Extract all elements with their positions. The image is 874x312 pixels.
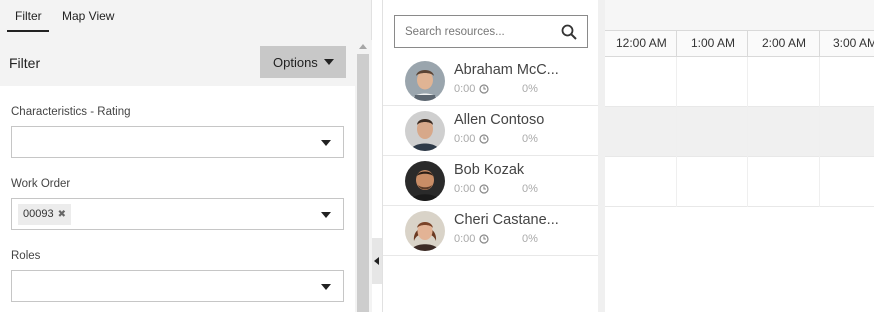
active-tab-indicator [7,30,49,32]
filter-fields: Characteristics - Rating Work Order 0009… [0,86,355,312]
scroll-up-icon[interactable] [359,44,367,49]
resource-hours: 0:00 [454,133,476,145]
avatar [405,211,445,251]
filter-panel: Filter Map View Filter Options Character… [0,0,372,312]
roles-select[interactable] [11,270,344,302]
remove-tag-icon[interactable]: ✖ [58,204,66,225]
caret-down-icon [324,59,334,65]
resource-utilization: 0% [522,183,538,195]
hour-divider [747,31,748,57]
timeline-hour-header: 12:00 AM 1:00 AM 2:00 AM 3:00 AM [605,31,874,57]
hour-label: 3:00 AM [833,36,874,50]
work-order-label: Work Order [11,178,71,190]
work-order-tag: 00093 ✖ [18,204,71,225]
roles-label: Roles [11,250,41,262]
options-label: Options [273,54,318,70]
hour-divider [676,31,677,57]
options-button[interactable]: Options [260,46,346,78]
list-timeline-separator [598,0,605,312]
resource-name: Abraham McC... [454,62,559,78]
clock-icon [479,234,489,244]
resource-utilization: 0% [522,233,538,245]
clock-icon [479,134,489,144]
avatar [405,161,445,201]
schedule-timeline: 12:00 AM 1:00 AM 2:00 AM 3:00 AM [605,0,874,312]
caret-down-icon [321,212,331,218]
caret-down-icon [321,284,331,290]
work-order-select[interactable]: 00093 ✖ [11,198,344,230]
resource-hours: 0:00 [454,183,476,195]
resource-name: Bob Kozak [454,162,525,178]
resource-row[interactable]: Abraham McC... 0:00 0% [383,56,599,106]
hour-label: 12:00 AM [616,36,667,50]
schedule-board: Filter Map View Filter Options Character… [0,0,874,312]
resource-name: Allen Contoso [454,112,545,128]
search-input[interactable] [395,16,555,47]
resource-row[interactable]: Cheri Castane... 0:00 0% [383,206,599,256]
search-icon[interactable] [561,24,577,40]
avatar [405,61,445,101]
grid-line [676,57,677,207]
work-order-tag-label: 00093 [23,208,54,220]
chevron-left-icon [374,257,379,265]
resource-list: Abraham McC... 0:00 0% Allen Contoso 0:0… [382,0,599,312]
panel-tabs: Filter Map View [0,0,372,36]
scrollbar-thumb[interactable] [357,54,369,312]
tab-map-view[interactable]: Map View [62,9,114,23]
resource-name: Cheri Castane... [454,212,559,228]
clock-icon [479,84,489,94]
timeline-row[interactable] [605,157,874,207]
filter-scrollbar[interactable] [355,40,372,312]
grid-line [747,57,748,207]
timeline-date-header [605,0,874,31]
hour-label: 1:00 AM [691,36,736,50]
tab-filter[interactable]: Filter [15,9,42,23]
resource-hours: 0:00 [454,233,476,245]
resource-hours: 0:00 [454,83,476,95]
filter-title: Filter [9,55,41,71]
resource-utilization: 0% [522,83,538,95]
grid-line [819,57,820,207]
resource-search [394,15,588,48]
rating-label: Characteristics - Rating [11,106,131,118]
caret-down-icon [321,140,331,146]
rating-select[interactable] [11,126,344,158]
timeline-row[interactable] [605,57,874,107]
avatar [405,111,445,151]
clock-icon [479,184,489,194]
resource-row[interactable]: Allen Contoso 0:00 0% [383,106,599,156]
hour-label: 2:00 AM [762,36,807,50]
hour-divider [819,31,820,57]
resource-utilization: 0% [522,133,538,145]
collapse-panel-button[interactable] [372,238,382,284]
resource-row[interactable]: Bob Kozak 0:00 0% [383,156,599,206]
timeline-row[interactable] [605,107,874,157]
